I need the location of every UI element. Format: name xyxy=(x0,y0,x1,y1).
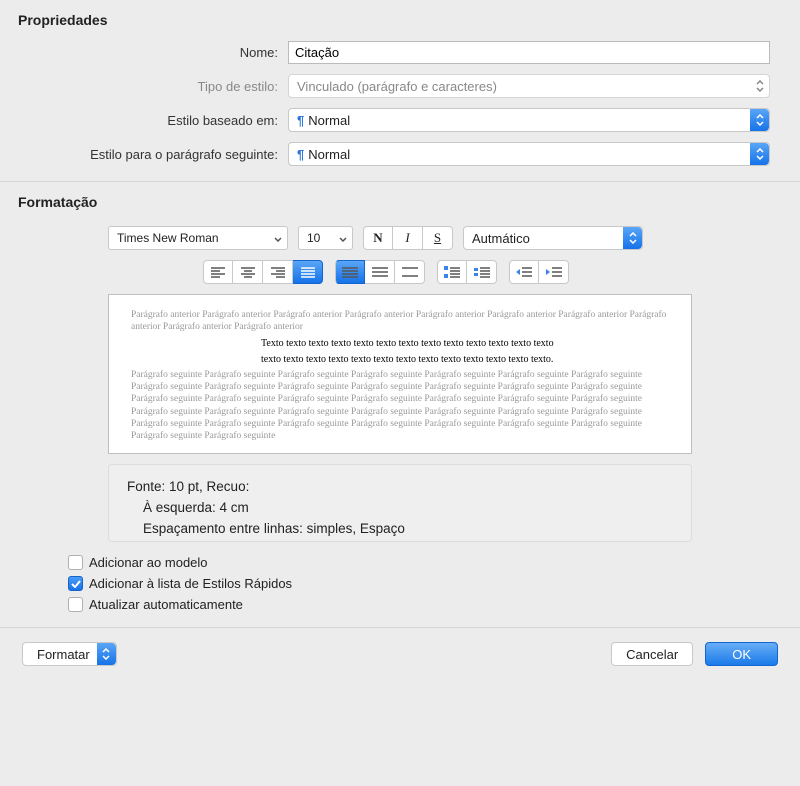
ok-button[interactable]: OK xyxy=(705,642,778,666)
bold-button[interactable]: N xyxy=(363,226,393,250)
indent-increase-button[interactable] xyxy=(539,260,569,284)
align-right-button[interactable] xyxy=(263,260,293,284)
style-type-value: Vinculado (parágrafo e caracteres) xyxy=(297,79,497,94)
chevron-updown-icon xyxy=(97,643,116,665)
next-para-value: Normal xyxy=(308,147,350,162)
add-quick-styles-label: Adicionar à lista de Estilos Rápidos xyxy=(89,576,292,591)
style-description: Fonte: 10 pt, Recuo: À esquerda: 4 cm Es… xyxy=(108,464,692,542)
line-spacing-group xyxy=(335,260,425,284)
style-type-label: Tipo de estilo: xyxy=(18,79,288,94)
pilcrow-icon: ¶ xyxy=(297,113,304,128)
add-quick-styles-checkbox[interactable] xyxy=(68,576,83,591)
auto-update-checkbox[interactable] xyxy=(68,597,83,612)
line-spacing-1.5-button[interactable] xyxy=(365,260,395,284)
desc-line: Espaçamento entre linhas: simples, Espaç… xyxy=(127,519,673,540)
indent-group xyxy=(509,260,569,284)
chevron-updown-icon xyxy=(750,109,769,131)
chevron-updown-icon xyxy=(623,227,642,249)
next-para-select[interactable]: ¶ Normal xyxy=(288,142,770,166)
preview-next-text: Parágrafo seguinte Parágrafo seguinte Pa… xyxy=(131,369,669,443)
align-group xyxy=(203,260,323,284)
format-button-label: Formatar xyxy=(37,647,90,662)
align-justify-button[interactable] xyxy=(293,260,323,284)
align-left-button[interactable] xyxy=(203,260,233,284)
desc-line: À esquerda: 4 cm xyxy=(127,498,673,519)
para-spacing-group xyxy=(437,260,497,284)
line-spacing-1-button[interactable] xyxy=(335,260,365,284)
formatting-title: Formatação xyxy=(0,182,800,218)
auto-update-label: Atualizar automaticamente xyxy=(89,597,243,612)
format-menu-button[interactable]: Formatar xyxy=(22,642,117,666)
align-center-button[interactable] xyxy=(233,260,263,284)
based-on-select[interactable]: ¶ Normal xyxy=(288,108,770,132)
para-space-increase-button[interactable] xyxy=(437,260,467,284)
chevron-updown-icon xyxy=(750,143,769,165)
chevron-down-icon xyxy=(339,231,347,245)
based-on-value: Normal xyxy=(308,113,350,128)
style-type-select[interactable]: Vinculado (parágrafo e caracteres) xyxy=(288,74,770,98)
font-size-select[interactable]: 10 xyxy=(298,226,353,250)
font-name-value: Times New Roman xyxy=(117,231,219,245)
based-on-label: Estilo baseado em: xyxy=(18,113,288,128)
preview-prev-text: Parágrafo anterior Parágrafo anterior Pa… xyxy=(131,309,669,334)
add-template-checkbox[interactable] xyxy=(68,555,83,570)
name-input[interactable] xyxy=(288,41,770,64)
underline-button[interactable]: S xyxy=(423,226,453,250)
add-template-label: Adicionar ao modelo xyxy=(89,555,208,570)
properties-title: Propriedades xyxy=(0,0,800,36)
preview-body-text: Texto texto texto texto texto texto text… xyxy=(131,337,669,350)
font-name-select[interactable]: Times New Roman xyxy=(108,226,288,250)
para-space-decrease-button[interactable] xyxy=(467,260,497,284)
indent-decrease-button[interactable] xyxy=(509,260,539,284)
style-preview: Parágrafo anterior Parágrafo anterior Pa… xyxy=(108,294,692,454)
font-size-value: 10 xyxy=(307,231,320,245)
italic-button[interactable]: I xyxy=(393,226,423,250)
font-style-group: N I S xyxy=(363,226,453,250)
next-para-label: Estilo para o parágrafo seguinte: xyxy=(18,147,288,162)
chevron-down-icon xyxy=(274,231,282,245)
font-color-value: Autmático xyxy=(472,231,530,246)
desc-line: Fonte: 10 pt, Recuo: xyxy=(127,477,673,498)
pilcrow-icon: ¶ xyxy=(297,147,304,162)
font-color-select[interactable]: Autmático xyxy=(463,226,643,250)
line-spacing-2-button[interactable] xyxy=(395,260,425,284)
preview-body-text: texto texto texto texto texto texto text… xyxy=(131,353,669,366)
cancel-button[interactable]: Cancelar xyxy=(611,642,693,666)
name-label: Nome: xyxy=(18,45,288,60)
chevron-updown-icon xyxy=(750,75,769,97)
